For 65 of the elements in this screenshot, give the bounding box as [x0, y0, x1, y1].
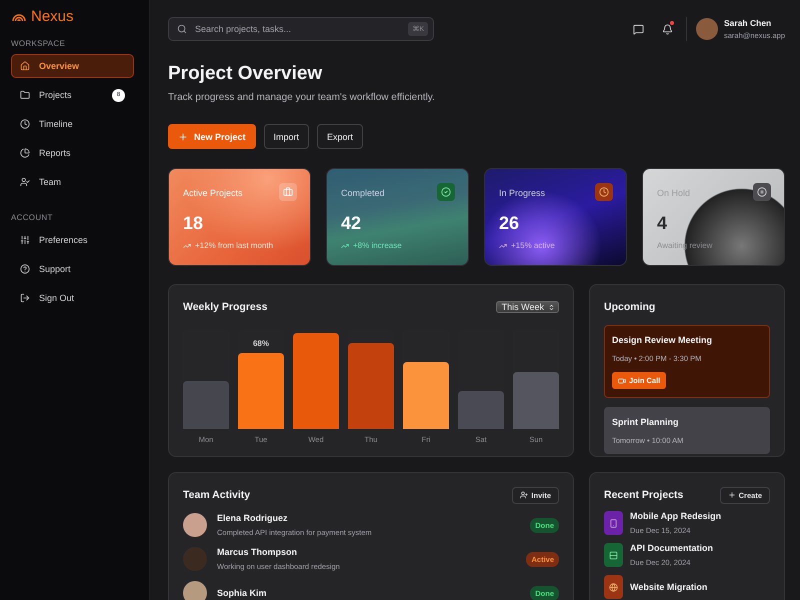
action-button[interactable]: New Project — [168, 124, 256, 149]
nav-item[interactable]: Team — [11, 170, 134, 194]
panel-title: Team Activity — [183, 489, 250, 501]
nav-icon — [20, 90, 30, 100]
project-name[interactable]: API Documentation — [630, 543, 770, 553]
stat-value: 4 — [657, 213, 668, 234]
nav-item[interactable]: Overview — [11, 54, 134, 78]
stat-value: 26 — [499, 213, 520, 234]
stat-label: Completed — [341, 188, 385, 198]
nav-item[interactable]: Timeline — [11, 112, 134, 136]
project-name[interactable]: Mobile App Redesign — [630, 511, 770, 521]
action-button[interactable]: Export — [317, 124, 364, 149]
nav-icon — [20, 177, 30, 187]
project-name[interactable]: Website Migration — [630, 582, 770, 592]
user-name: Sarah Chen — [724, 18, 772, 28]
nav-item[interactable]: Preferences — [11, 228, 134, 252]
logo-icon — [12, 12, 26, 22]
event-title: Sprint Planning — [612, 417, 680, 427]
briefcase-icon — [279, 183, 297, 201]
member-name: Elena Rodriguez — [217, 513, 289, 523]
search-icon — [177, 24, 187, 34]
user-plus-icon — [520, 491, 528, 499]
member-name: Sophia Kim — [217, 588, 268, 598]
nav-item[interactable]: Reports — [11, 141, 134, 165]
stat-trend: +12% from last month — [195, 241, 274, 250]
section-title: ACCOUNT — [11, 213, 54, 222]
bar-value: 68% — [252, 339, 270, 348]
trend-up-icon — [499, 242, 507, 250]
stat-label: Active Projects — [183, 188, 243, 198]
member-name: Marcus Thompson — [217, 547, 298, 557]
chevrons-icon — [548, 304, 555, 310]
panel-title: Recent Projects — [604, 489, 684, 501]
plus-icon — [728, 491, 736, 499]
action-button[interactable]: Import — [264, 124, 310, 149]
stat-trend: +8% increase — [353, 241, 402, 250]
avatar — [183, 581, 207, 600]
nav-icon — [20, 61, 30, 71]
avatar — [183, 513, 207, 537]
avatar[interactable] — [696, 18, 718, 40]
nav-icon — [20, 148, 30, 158]
brand-name: Nexus — [31, 8, 74, 25]
plus-icon — [178, 132, 188, 142]
pause-icon — [753, 183, 771, 201]
video-camera-icon — [618, 376, 626, 384]
section-title: WORKSPACE — [11, 39, 66, 48]
nav-item[interactable]: Sign Out — [11, 286, 134, 310]
page-subtitle: Track progress and manage your team's workflow efficiently. — [168, 92, 436, 103]
stat-label: In Progress — [499, 188, 546, 198]
event-title: Design Review Meeting — [612, 335, 714, 345]
clock-icon — [595, 183, 613, 201]
nav-icon — [20, 119, 30, 129]
trend-up-icon — [183, 242, 191, 250]
nav-icon — [20, 235, 30, 245]
trend-up-icon — [341, 242, 349, 250]
nav-icon — [20, 264, 30, 274]
stat-value: 18 — [183, 213, 204, 234]
stat-value: 42 — [341, 213, 362, 234]
panel-title: Weekly Progress — [183, 301, 268, 313]
period-select[interactable]: This Week — [496, 301, 559, 313]
search-field[interactable]: Search projects, tasks... — [193, 23, 402, 35]
page-title: Project Overview — [168, 63, 324, 85]
nav-icon — [20, 293, 30, 303]
stat-trend: +15% active — [511, 241, 555, 250]
nav-item[interactable]: Support — [11, 257, 134, 281]
panel-title: Upcoming — [604, 301, 656, 313]
